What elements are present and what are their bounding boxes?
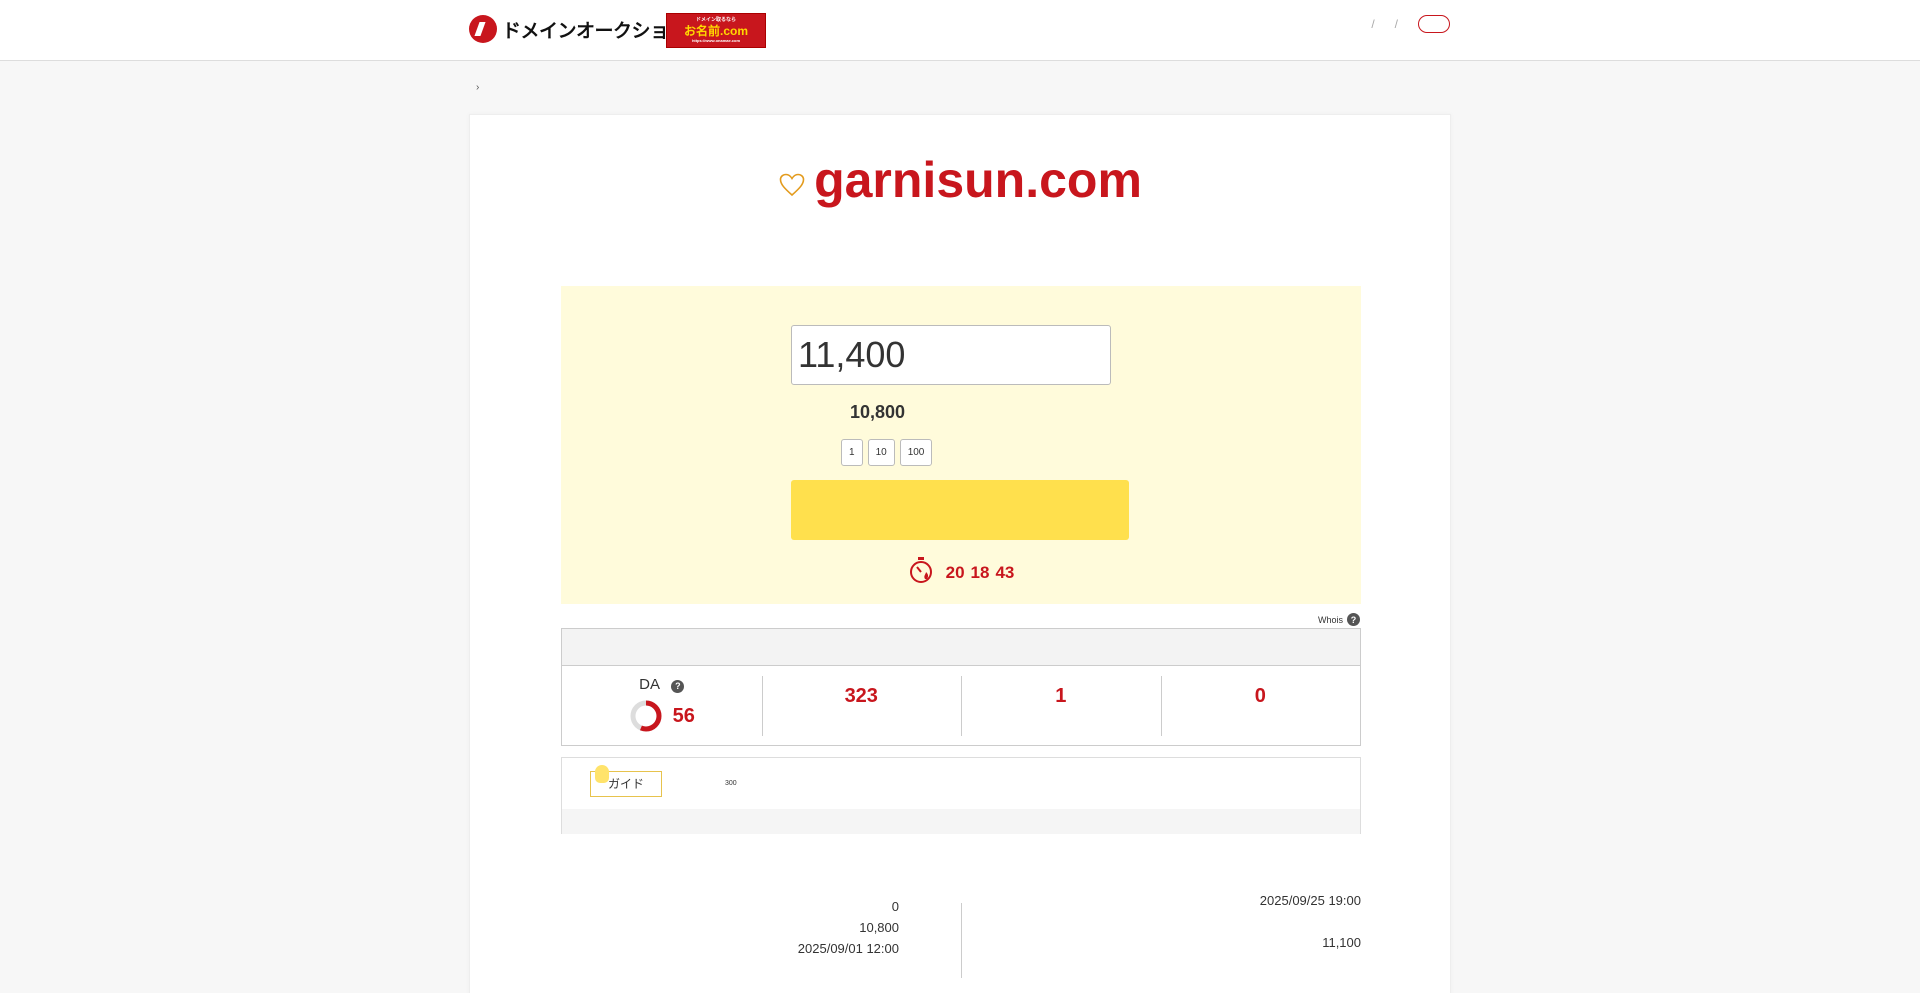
onamae-banner[interactable]: ドメイン取るなら お名前.com https://www.onamae.com — [666, 13, 766, 48]
stats-header — [562, 629, 1360, 666]
bid-panel: 10,800 1 10 100 20 18 43 — [561, 286, 1361, 604]
quick-add-button-10[interactable]: 10 — [867, 439, 895, 466]
details-divider — [961, 903, 962, 978]
nav-separator: / — [1394, 17, 1398, 31]
stat-label: DA ? — [562, 676, 762, 693]
breadcrumb: › — [469, 82, 486, 93]
guide-text: 300 — [725, 780, 737, 787]
site-header: ドメインオークション ドメイン取るなら お名前.com https://www.… — [0, 0, 1920, 61]
timer-hours: 18 — [970, 562, 990, 582]
stat-value: 0 — [1254, 685, 1266, 707]
stat-3: 1 — [961, 666, 1161, 746]
da-gauge-icon — [630, 700, 662, 732]
guide-badge: ガイド — [590, 764, 662, 797]
gavel-logo-icon — [469, 15, 497, 43]
header-nav: / / — [1361, 15, 1450, 33]
whois-note: Whois ? — [1318, 613, 1360, 626]
details-left: 0 10,800 2025/09/01 12:00 — [561, 896, 899, 959]
detail-row: 0 — [891, 899, 899, 914]
timer-days: 20 — [945, 562, 965, 582]
chevron-right-icon: › — [476, 82, 480, 93]
guide-content: ガイド 300 — [562, 758, 1360, 809]
quick-add-button-1[interactable]: 1 — [841, 439, 863, 466]
da-gauge-wrap: 56 — [562, 699, 762, 733]
guide-footer — [562, 809, 1360, 834]
detail-row: 10,800 — [859, 920, 899, 935]
banner-url: https://www.onamae.com — [691, 38, 741, 43]
bid-amount-input[interactable] — [791, 325, 1111, 385]
detail-row: 2025/09/25 19:00 — [1259, 893, 1361, 908]
help-icon[interactable]: ? — [1347, 613, 1360, 626]
stats-row: DA ? 56 323 1 0 — [562, 666, 1360, 746]
banner-brand: お名前.com — [683, 24, 748, 38]
quick-add-buttons: 1 10 100 — [841, 439, 933, 466]
nav-separator: / — [1371, 17, 1375, 31]
domain-title: garnisun.com — [470, 151, 1450, 213]
timer-minutes: 43 — [995, 562, 1015, 582]
site-logo[interactable]: ドメインオークション — [469, 15, 688, 43]
detail-row: 2025/09/01 12:00 — [797, 941, 899, 956]
domain-detail-card: garnisun.com 10,800 1 10 100 20 18 43 Wh… — [469, 114, 1451, 993]
stat-4: 0 — [1160, 666, 1361, 746]
domain-stats: DA ? 56 323 1 0 — [561, 628, 1361, 746]
heart-icon[interactable] — [778, 151, 806, 209]
current-price-value: 10,800 — [850, 402, 906, 422]
whois-text: Whois — [1317, 614, 1343, 625]
stat-da: DA ? 56 — [562, 666, 762, 746]
stat-value: 323 — [844, 685, 878, 707]
details-right: 2025/09/25 19:00 11,100 — [1024, 890, 1361, 953]
quick-add-button-100[interactable]: 100 — [899, 439, 933, 466]
stopwatch-icon — [908, 556, 934, 589]
detail-row — [1024, 911, 1361, 932]
lightbulb-icon — [595, 764, 609, 783]
stat-2: 323 — [761, 666, 962, 746]
place-bid-button[interactable] — [791, 480, 1129, 540]
stat-value: 1 — [1055, 685, 1067, 707]
guide-badge-text: ガイド — [607, 777, 644, 791]
guide-box: ガイド 300 — [561, 757, 1361, 834]
detail-row: 11,100 — [1322, 935, 1361, 950]
countdown-timer: 20 18 43 — [561, 556, 1361, 589]
help-icon[interactable]: ? — [671, 679, 685, 693]
banner-tagline: ドメイン取るなら — [695, 17, 736, 23]
domain-name: garnisun.com — [814, 152, 1142, 208]
stat-value: 56 — [672, 704, 695, 727]
login-button[interactable] — [1418, 15, 1450, 33]
logo-text: ドメインオークション — [502, 20, 688, 42]
